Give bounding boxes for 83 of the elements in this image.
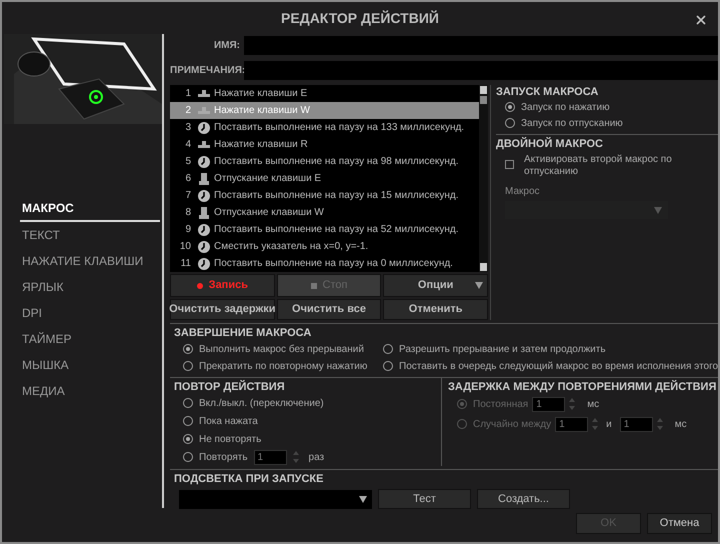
option-label: Поставить в очередь следующий макрос во время исполнения этого (399, 360, 718, 374)
action-row[interactable]: 7 Поставить выполнение на паузу на 15 миллисекунд. (170, 187, 479, 204)
radio-button[interactable] (183, 434, 193, 444)
joiner-label: и (606, 418, 612, 432)
option-label: Прекратить по повторному нажатию (199, 360, 368, 374)
key-release-icon (199, 172, 209, 184)
window-title: РЕДАКТОР ДЕЙСТВИЙ (281, 8, 439, 28)
sidebar-tab[interactable]: DPI (20, 300, 160, 326)
action-row[interactable]: 1 Нажатие клавиши E (170, 85, 479, 102)
macro-label: Макрос (504, 185, 541, 199)
sidebar-tab[interactable]: ЯРЛЫК (20, 274, 160, 300)
lighting-button[interactable]: Тест (378, 489, 471, 509)
radio-button[interactable] (183, 416, 193, 426)
checkbox-label: Активировать второй макрос по отпусканию (524, 154, 673, 178)
key-press-icon (198, 90, 210, 97)
section-title: ЗАВЕРШЕНИЕ МАКРОСА (174, 326, 312, 340)
option-label: Разрешить прерывание и затем продолжить (399, 342, 606, 356)
option-label: Запуск по отпусканию (521, 116, 623, 130)
radio-button[interactable] (183, 452, 193, 462)
clock-icon (198, 122, 210, 134)
option-label: Выполнить макрос без прерываний (199, 342, 364, 356)
dropdown-triangle-icon (474, 282, 483, 289)
option-label: Постоянная (473, 398, 528, 412)
sidebar-tab[interactable]: МЕДИА (20, 378, 160, 404)
radio-button[interactable] (505, 118, 515, 128)
section-title: ПОДСВЕТКА ПРИ ЗАПУСКЕ (174, 472, 324, 486)
action-row[interactable]: 3 Поставить выполнение на паузу на 133 миллисекунд. (170, 119, 479, 136)
stop-square-icon (310, 282, 317, 288)
key-press-icon (198, 141, 210, 148)
field-label: ИМЯ: (212, 39, 240, 53)
sidebar-tab[interactable]: НАЖАТИЕ КЛАВИШИ (20, 248, 160, 274)
edit-button[interactable]: Отменить (383, 299, 488, 320)
option-label: Не повторять (199, 432, 262, 446)
radio-button[interactable] (183, 398, 193, 408)
clock-icon (198, 224, 210, 236)
unit-label: мс (587, 398, 600, 412)
action-row[interactable]: 10 Сместить указатель на x=0, y=-1. (170, 238, 479, 255)
scrollbar[interactable] (479, 85, 488, 272)
radio-button[interactable] (183, 344, 193, 354)
unit-label: мс (674, 418, 687, 432)
edit-button[interactable]: Очистить все (276, 299, 382, 320)
dropdown-triangle-icon (654, 206, 662, 214)
dialog-button[interactable]: Отмена (647, 513, 712, 534)
options-button[interactable]: Опции (383, 274, 488, 297)
edit-button[interactable]: Очистить задержки (170, 299, 275, 320)
radio-button[interactable] (383, 344, 393, 354)
radio-button[interactable] (383, 361, 393, 371)
action-row[interactable]: 11 Поставить выполнение на паузу на 0 миллисекунд. (170, 255, 479, 272)
option-label: Запуск по нажатию (521, 100, 610, 114)
action-row[interactable]: 6 Отпускание клавиши E (170, 170, 479, 187)
lighting-button[interactable]: Создать... (477, 489, 570, 509)
checkbox[interactable] (505, 160, 514, 169)
option-label: Повторять (199, 450, 248, 464)
clock-icon (198, 240, 210, 252)
section-title: ЗАПУСК МАКРОСА (496, 85, 600, 99)
count-field[interactable]: 1 (254, 450, 287, 464)
action-row[interactable]: 5 Поставить выполнение на паузу на 98 миллисекунд. (170, 153, 479, 170)
key-release-icon (199, 206, 209, 218)
key-press-icon (198, 107, 210, 114)
section-title: ЗАДЕРЖКА МЕЖДУ ПОВТОРЕНИЯМИ ДЕЙСТВИЯ (448, 380, 718, 394)
sidebar-tab[interactable]: ТАЙМЕР (20, 326, 160, 352)
clock-icon (198, 258, 210, 270)
option-label: Вкл./выкл. (переключение) (199, 396, 324, 410)
unit-label: раз (308, 450, 324, 464)
action-row[interactable]: 9 Поставить выполнение на паузу на 52 миллисекунд. (170, 221, 479, 238)
option-label: Пока нажата (199, 414, 258, 428)
sidebar-tab[interactable]: МЫШКА (20, 352, 160, 378)
radio-button[interactable] (505, 102, 515, 112)
sidebar-tab[interactable]: ТЕКСТ (20, 222, 160, 248)
record-button[interactable]: Запись (170, 274, 275, 297)
sidebar-tab[interactable]: МАКРОС (20, 196, 160, 222)
radio-button[interactable] (183, 361, 193, 371)
section-title: ДВОЙНОЙ МАКРОС (496, 137, 604, 151)
clock-icon (198, 190, 210, 202)
action-row[interactable]: 8 Отпускание клавиши W (170, 204, 479, 221)
action-row[interactable]: 4 Нажатие клавиши R (170, 136, 479, 153)
text-field[interactable] (244, 36, 718, 55)
section-title: ПОВТОР ДЕЙСТВИЯ (174, 380, 286, 394)
clock-icon (198, 156, 210, 168)
option-label: Случайно между (473, 418, 552, 432)
dropdown-triangle-icon (359, 496, 367, 502)
close-icon[interactable] (694, 13, 708, 27)
text-field[interactable] (244, 61, 718, 80)
